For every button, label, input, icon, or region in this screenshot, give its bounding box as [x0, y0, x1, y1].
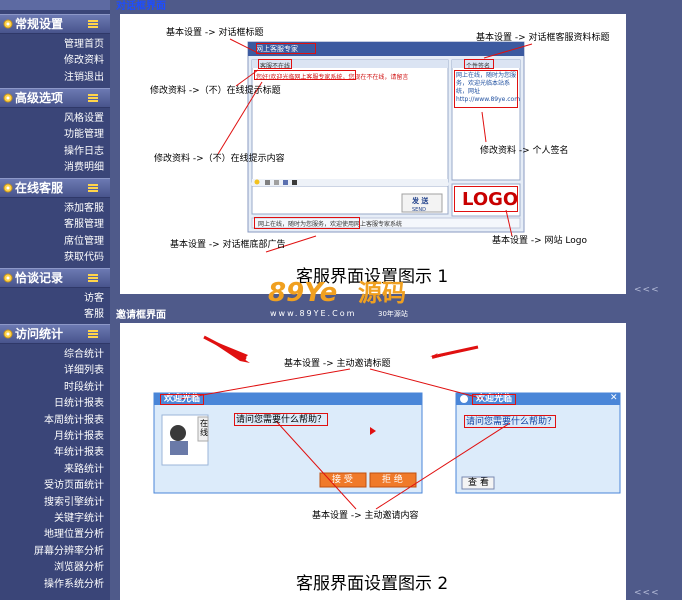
highlight-tip-title — [258, 59, 292, 69]
sidebar-section-title: 访问统计 — [15, 327, 64, 341]
sidebar-item[interactable]: 添加客服 — [64, 202, 104, 216]
sidebar-item[interactable]: 关键字统计 — [54, 512, 104, 526]
menu-lines-icon — [88, 330, 98, 338]
sidebar-item[interactable]: 综合统计 — [64, 348, 104, 362]
sidebar-item[interactable]: 受访页面统计 — [44, 479, 104, 493]
watermark-url: www.89YE.Com — [270, 309, 357, 318]
watermark-tagline: 30年源站 — [378, 310, 408, 318]
anno-customer-title: 基本设置 -> 对话框客服资料标题 — [476, 33, 610, 43]
mock-accept-button: 接 受 — [332, 475, 353, 485]
sidebar-item[interactable]: 详细列表 — [64, 364, 104, 378]
sidebar-section-header[interactable]: 恰谈记录 — [0, 268, 110, 288]
sidebar-item[interactable]: 席位管理 — [64, 235, 104, 249]
panel2-caption: 邀请框界面 — [116, 310, 166, 321]
menu-lines-icon — [88, 94, 98, 102]
sidebar-item[interactable]: 管理首页 — [64, 38, 104, 52]
panel2-invite-illustration: 欢迎光临 欢迎光临 ✕ 在线 请问您需要什么帮助？ 请问您需要什么帮助？ 接 受… — [120, 323, 626, 600]
highlight-bottom-ad — [254, 217, 360, 229]
highlight-tip-content — [254, 70, 356, 80]
watermark: 89Ye 源码 www.89YE.Com 30年源站 — [266, 278, 466, 322]
sidebar-item[interactable]: 地理位置分析 — [44, 528, 104, 542]
sidebar-item[interactable]: 风格设置 — [64, 112, 104, 126]
section-emblem-icon — [3, 273, 13, 283]
sidebar-item[interactable]: 时段统计 — [64, 381, 104, 395]
sidebar-item[interactable]: 客服管理 — [64, 218, 104, 232]
watermark-brand-latin: 89Ye — [268, 278, 338, 308]
sidebar-item[interactable]: 浏览器分析 — [54, 561, 104, 575]
anno-tip-content: 修改资料 ->（不）在线提示内容 — [154, 154, 285, 164]
sidebar-section-title: 在线客服 — [15, 181, 64, 195]
highlight-logo — [454, 186, 518, 212]
mock-send-sub: SEND — [412, 207, 426, 213]
anno-invite-title: 基本设置 -> 主动邀请标题 — [284, 359, 391, 369]
sidebar-item[interactable]: 客服 — [84, 308, 104, 322]
sidebar-item[interactable]: 注销退出 — [64, 71, 104, 85]
sidebar-item[interactable]: 修改资料 — [64, 54, 104, 68]
sidebar-section-title: 高级选项 — [15, 91, 64, 105]
highlight-title — [256, 43, 316, 54]
close-icon: ✕ — [610, 393, 618, 403]
anno-title: 基本设置 -> 对话框标题 — [166, 28, 264, 38]
sidebar-section-header[interactable]: 高级选项 — [0, 88, 110, 108]
sidebar-logo-strip — [0, 0, 110, 10]
sidebar-item[interactable]: 屏幕分辨率分析 — [34, 545, 104, 559]
mock-reject-button: 拒 绝 — [382, 475, 403, 485]
sidebar-item[interactable]: 访客 — [84, 292, 104, 306]
anno-tip-title: 修改资料 ->（不）在线提示标题 — [150, 86, 281, 96]
section-emblem-icon — [3, 93, 13, 103]
anno-bottom-ad: 基本设置 -> 对话框底部广告 — [170, 240, 286, 250]
mock-online-label: 在线 — [200, 419, 208, 437]
panel2-big-caption: 客服界面设置图示 2 — [296, 574, 449, 594]
sidebar-item[interactable]: 搜索引擎统计 — [44, 496, 104, 510]
sidebar-item[interactable]: 月统计报表 — [54, 430, 104, 444]
more-arrows-1[interactable]: <<< — [634, 285, 660, 295]
highlight-invite-content-left — [234, 413, 328, 426]
section-emblem-icon — [3, 19, 13, 29]
sidebar-section-title: 恰谈记录 — [15, 271, 64, 285]
sidebar-item[interactable]: 获取代码 — [64, 251, 104, 265]
sidebar-item[interactable]: 消费明细 — [64, 161, 104, 175]
highlight-invite-content-right — [464, 415, 556, 428]
sidebar-item[interactable]: 年统计报表 — [54, 446, 104, 460]
sidebar-item[interactable]: 来路统计 — [64, 463, 104, 477]
more-arrows-2[interactable]: <<< — [634, 588, 660, 598]
panel1-dialog-illustration: 网上客服专家 客服不在线 您好!欢迎光临网上客服专家系统，您现在不在线，请留言 … — [120, 14, 626, 294]
highlight-customer-title — [464, 59, 494, 69]
watermark-brand-cjk: 源码 — [358, 279, 406, 307]
sidebar: 常规设置 管理首页修改资料注销退出 高级选项 风格设置功能管理操作日志消费明细 在线客服… — [0, 0, 110, 600]
sidebar-item[interactable]: 操作日志 — [64, 145, 104, 159]
section-emblem-icon — [3, 329, 13, 339]
highlight-invite-title-left — [160, 394, 204, 405]
menu-lines-icon — [88, 274, 98, 282]
sidebar-item[interactable]: 日统计报表 — [54, 397, 104, 411]
sidebar-section-header[interactable]: 在线客服 — [0, 178, 110, 198]
anno-logo: 基本设置 -> 网站 Logo — [492, 236, 587, 246]
menu-lines-icon — [88, 184, 98, 192]
sidebar-item[interactable]: 操作系统分析 — [44, 578, 104, 592]
anno-invite-content: 基本设置 -> 主动邀请内容 — [312, 511, 419, 521]
section-emblem-icon — [3, 183, 13, 193]
mock-view-button: 查 看 — [468, 478, 489, 488]
main-content: 对话框界面 网上客服专家 客服不在线 您好!欢迎光临网上客服专家系统，您现在不在… — [110, 0, 682, 600]
highlight-invite-title-right — [472, 394, 516, 405]
panel1-caption: 对话框界面 — [116, 1, 166, 13]
sidebar-section-title: 常规设置 — [15, 17, 64, 31]
sidebar-item[interactable]: 功能管理 — [64, 128, 104, 142]
sidebar-section-header[interactable]: 访问统计 — [0, 324, 110, 344]
highlight-signature — [454, 70, 518, 108]
menu-lines-icon — [88, 20, 98, 28]
sidebar-section-header[interactable]: 常规设置 — [0, 14, 110, 34]
sidebar-item[interactable]: 本周统计报表 — [44, 414, 104, 428]
anno-signature: 修改资料 -> 个人签名 — [480, 146, 569, 156]
